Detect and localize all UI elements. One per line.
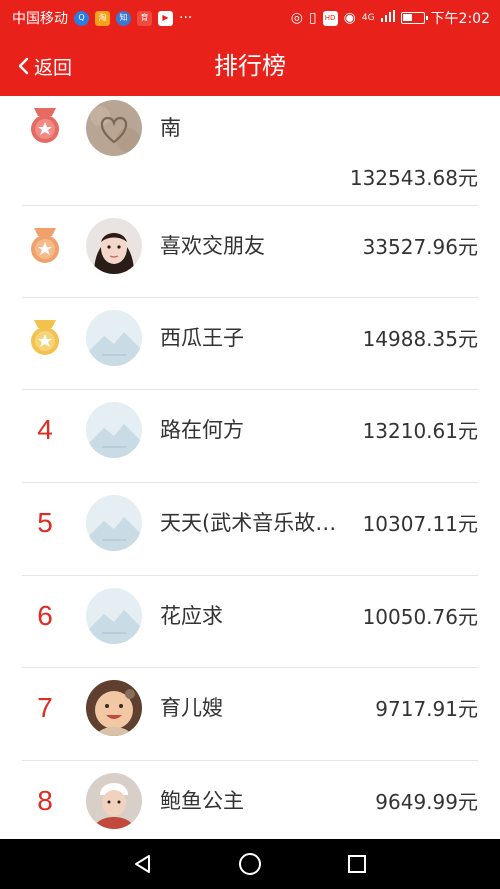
amount-label: 132543.68元 xyxy=(349,166,478,190)
default-avatar[interactable] xyxy=(86,495,142,551)
amount-label: 10307.11元 xyxy=(362,512,478,536)
rank-number: 6 xyxy=(37,600,53,631)
hotspot-icon: ◎ xyxy=(290,10,303,26)
orange-medal-icon xyxy=(31,228,59,263)
avatar[interactable] xyxy=(86,100,142,156)
more-notifications-icon: ··· xyxy=(179,10,193,26)
ranking-row[interactable]: 5 天天(武术音乐故… 10307.11元 xyxy=(0,483,500,576)
amount-label: 10050.76元 xyxy=(362,605,478,629)
vibrate-icon: ▯ xyxy=(308,10,317,26)
battery-icon xyxy=(400,12,428,24)
circle-home-icon xyxy=(238,853,261,875)
triangle-back-icon xyxy=(135,855,151,873)
chevron-left-icon xyxy=(18,57,29,75)
rank-number: 5 xyxy=(37,507,53,538)
nav-back-button[interactable] xyxy=(123,844,163,884)
zhihu-notification-icon: 知 xyxy=(116,10,131,26)
ranking-row[interactable]: 4 路在何方 13210.61元 xyxy=(0,390,500,483)
avatar[interactable] xyxy=(86,218,142,274)
user-name: 天天(武术音乐故… xyxy=(160,511,337,535)
rank-number: 4 xyxy=(37,414,53,445)
red-medal-icon xyxy=(31,108,59,143)
ranking-row[interactable]: 喜欢交朋友 33527.96元 xyxy=(0,206,500,298)
rank-number: 8 xyxy=(37,785,53,816)
carrier-label: 中国移动 xyxy=(12,11,68,27)
amount-label: 33527.96元 xyxy=(362,235,478,259)
user-name: 育儿嫂 xyxy=(160,696,223,720)
system-nav-bar xyxy=(0,839,500,889)
back-label: 返回 xyxy=(34,56,73,79)
signal-icon xyxy=(380,10,395,26)
avatar[interactable] xyxy=(86,773,142,829)
amount-label: 9649.99元 xyxy=(375,790,478,814)
default-avatar[interactable] xyxy=(86,310,142,366)
default-avatar[interactable] xyxy=(86,588,142,644)
network-type-label: 4G xyxy=(361,13,375,23)
amount-label: 14988.35元 xyxy=(362,327,478,351)
hd-icon: HD xyxy=(322,10,338,26)
nav-home-button[interactable] xyxy=(230,844,270,884)
clock-label: 下午2:02 xyxy=(430,11,490,27)
user-name: 路在何方 xyxy=(160,418,244,442)
rank-number: 7 xyxy=(37,692,53,723)
status-bar: 中国移动 Q 淘 知 育 ▶ ··· ◎ ▯ HD ◉ 4G 下午2:02 xyxy=(0,0,500,36)
amount-label: 13210.61元 xyxy=(362,419,478,443)
video-notification-icon: ▶ xyxy=(158,10,173,26)
page-title: 排行榜 xyxy=(214,52,286,80)
ranking-row[interactable]: 6 花应求 10050.76元 xyxy=(0,576,500,668)
ranking-row[interactable]: 南 132543.68元 xyxy=(0,96,500,206)
nav-recents-button[interactable] xyxy=(337,844,377,884)
user-name: 喜欢交朋友 xyxy=(160,234,265,258)
user-name: 鲍鱼公主 xyxy=(160,789,244,813)
avatar[interactable] xyxy=(86,680,142,736)
default-avatar[interactable] xyxy=(86,402,142,458)
ranking-row[interactable]: 8 鲍鱼公主 9649.99元 xyxy=(0,761,500,839)
taobao-notification-icon: 淘 xyxy=(95,10,110,26)
user-name: 南 xyxy=(160,116,181,140)
user-name: 花应求 xyxy=(160,604,223,628)
news-notification-icon: 育 xyxy=(137,10,152,26)
square-recents-icon xyxy=(347,855,366,873)
gold-medal-icon xyxy=(31,320,59,355)
eye-comfort-icon: ◉ xyxy=(343,10,356,26)
ranking-row[interactable]: 西瓜王子 14988.35元 xyxy=(0,298,500,390)
ranking-row[interactable]: 7 育儿嫂 9717.91元 xyxy=(0,668,500,761)
app-notification-icon: Q xyxy=(74,10,89,26)
back-button[interactable]: 返回 xyxy=(16,36,72,96)
ranking-list[interactable]: 南 132543.68元 喜欢交朋友 33527.96元 西瓜王子 14988.… xyxy=(0,96,500,839)
app-header: 返回 排行榜 xyxy=(0,36,500,96)
user-name: 西瓜王子 xyxy=(160,326,244,350)
amount-label: 9717.91元 xyxy=(375,697,478,721)
